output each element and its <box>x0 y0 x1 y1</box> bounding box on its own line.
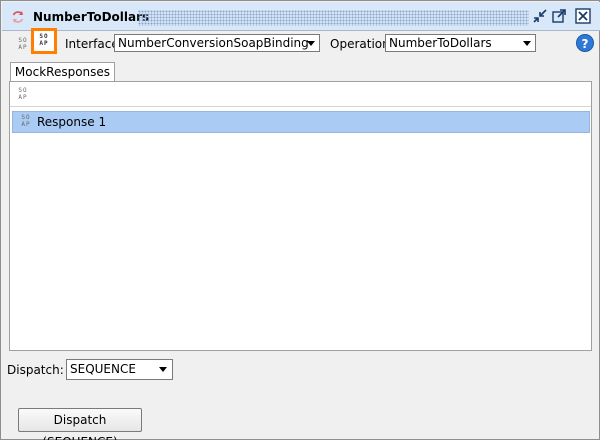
dispatch-label: Dispatch: <box>7 363 64 377</box>
soap-icon: SO AP <box>39 33 49 47</box>
mock-operation-window: NumberToDollars SO AP SO AP Interface Nu… <box>0 0 600 440</box>
title-bar: NumberToDollars <box>2 2 600 31</box>
interface-select[interactable]: NumberConversionSoapBinding <box>114 34 320 52</box>
soap-icon: SO AP <box>21 114 31 128</box>
operation-label: Operation <box>330 37 390 51</box>
minimize-panel-icon[interactable] <box>532 8 548 24</box>
window-title: NumberToDollars <box>33 10 150 24</box>
tab-label: MockResponses <box>14 65 111 79</box>
panel-toolbar: SO AP <box>10 82 591 107</box>
soap-request-icon[interactable]: SO AP <box>15 37 31 53</box>
chevron-down-icon <box>307 41 315 46</box>
list-item-label: Response 1 <box>37 115 107 129</box>
maximize-panel-icon[interactable] <box>551 8 567 24</box>
add-mock-response-button[interactable]: SO AP <box>31 28 57 54</box>
list-item[interactable]: SO AP Response 1 <box>12 111 590 133</box>
mock-responses-panel: SO AP SO AP Response 1 <box>9 81 592 351</box>
chevron-down-icon <box>159 367 167 372</box>
interface-select-value: NumberConversionSoapBinding <box>118 36 309 50</box>
chevron-down-icon <box>523 41 531 46</box>
dispatch-select[interactable]: SEQUENCE <box>66 359 173 380</box>
refresh-arrows-icon <box>12 11 24 23</box>
operation-select[interactable]: NumberToDollars <box>385 34 536 52</box>
close-icon[interactable] <box>575 8 591 24</box>
operation-select-value: NumberToDollars <box>389 36 492 50</box>
title-bar-grip[interactable] <box>138 10 529 26</box>
dispatch-select-value: SEQUENCE <box>70 362 136 376</box>
interface-label: Interface <box>65 37 119 51</box>
new-mock-response-icon[interactable]: SO AP <box>15 87 31 103</box>
tab-mock-responses[interactable]: MockResponses <box>10 62 115 82</box>
mock-response-list: SO AP Response 1 <box>10 108 591 350</box>
dispatch-button[interactable]: Dispatch (SEQUENCE) <box>18 408 142 440</box>
help-icon[interactable]: ? <box>576 34 594 52</box>
